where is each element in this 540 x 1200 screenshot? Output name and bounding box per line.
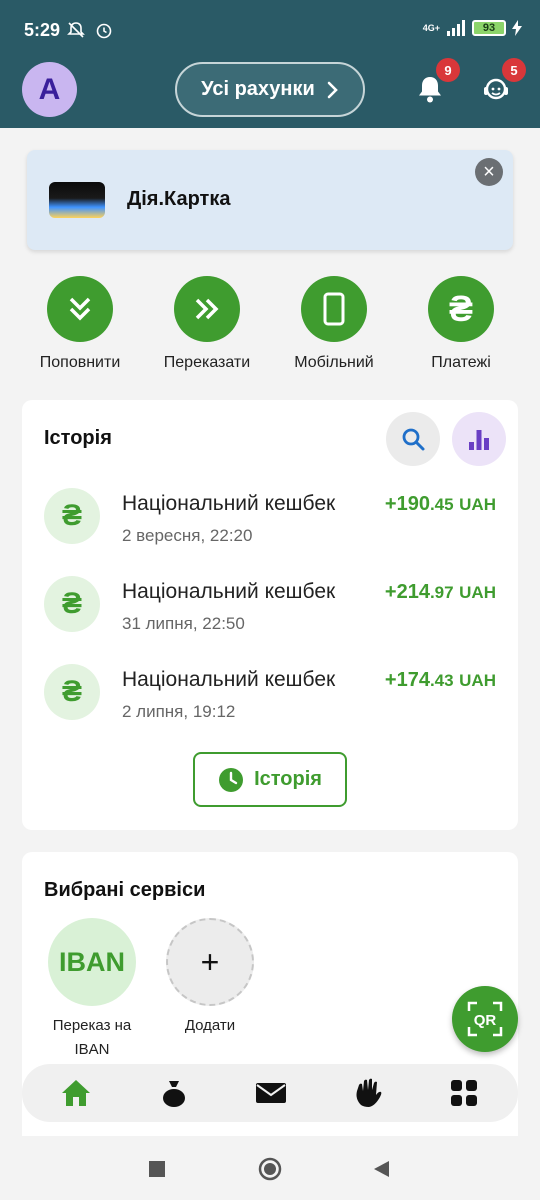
- nav-savings[interactable]: [157, 1076, 191, 1110]
- transaction-row[interactable]: ₴ Національний кешбек 2 липня, 19:12 +17…: [22, 664, 518, 730]
- hand-wave-icon: [356, 1078, 382, 1107]
- battery-indicator: 93: [472, 20, 506, 36]
- recents-button[interactable]: [142, 1154, 172, 1184]
- card-image: [49, 182, 105, 218]
- services-title: Вибрані сервіси: [44, 879, 206, 901]
- top-up-label: Поповнити: [39, 354, 121, 371]
- add-service-button[interactable]: + Додати: [155, 918, 265, 1038]
- avatar[interactable]: A: [22, 62, 77, 117]
- status-bar: 5:29 4G+ 93: [0, 0, 540, 60]
- transaction-row[interactable]: ₴ Національний кешбек 2 вересня, 22:20 +…: [22, 488, 518, 554]
- notifications-badge: 9: [436, 58, 460, 82]
- plus-icon: +: [166, 918, 254, 1006]
- money-bag-icon: [163, 1081, 185, 1107]
- signal-icon: [447, 20, 465, 36]
- transaction-row[interactable]: ₴ Національний кешбек 31 липня, 22:50 +2…: [22, 576, 518, 642]
- hryvnia-icon: ₴: [44, 664, 100, 720]
- grid-icon: [451, 1080, 477, 1106]
- envelope-icon: [256, 1083, 286, 1103]
- payments-label: Платежі: [431, 354, 491, 371]
- payments-action[interactable]: ₴ Платежі: [401, 276, 521, 372]
- support-badge: 5: [502, 58, 526, 82]
- iban-icon: IBAN: [48, 918, 136, 1006]
- back-button[interactable]: [366, 1154, 396, 1184]
- quick-actions: Поповнити Переказати Мобільний ₴ Платежі: [0, 276, 540, 386]
- transaction-date: 2 липня, 19:12: [122, 702, 236, 721]
- hryvnia-icon: ₴: [44, 488, 100, 544]
- transaction-date: 2 вересня, 22:20: [122, 526, 253, 545]
- double-chevron-down-icon: [47, 276, 113, 342]
- home-icon: [62, 1080, 90, 1106]
- service-label: Додати: [184, 1017, 236, 1034]
- mobile-action[interactable]: Мобільний: [274, 276, 394, 372]
- system-navigation-bar: [0, 1136, 540, 1200]
- transaction-date: 31 липня, 22:50: [122, 614, 245, 633]
- bottom-navigation: [22, 1064, 518, 1122]
- hryvnia-icon: ₴: [428, 276, 494, 342]
- transaction-amount: +174.43 UAH: [384, 669, 496, 691]
- analytics-button[interactable]: [452, 412, 506, 466]
- history-card: Історія ₴ Національний кешбек 2 вересня,…: [22, 400, 518, 830]
- qr-icon: QR: [467, 1001, 503, 1037]
- diia-card-promo[interactable]: Дія.Картка ×: [27, 150, 513, 250]
- chevron-right-icon: [327, 81, 338, 98]
- double-chevron-right-icon: [174, 276, 240, 342]
- search-button[interactable]: [386, 412, 440, 466]
- qr-scan-button[interactable]: QR: [452, 986, 518, 1052]
- search-icon: [402, 428, 425, 451]
- network-type: 4G+: [422, 22, 440, 33]
- all-accounts-button[interactable]: Усі рахунки: [175, 62, 365, 117]
- transaction-name: Національний кешбек: [122, 668, 336, 691]
- charging-icon: [512, 20, 522, 36]
- status-time: 5:29: [24, 20, 61, 40]
- iban-transfer-service[interactable]: IBAN Переказ на IBAN: [37, 918, 147, 1062]
- history-title: Історія: [44, 427, 112, 449]
- smartphone-icon: [301, 276, 367, 342]
- transaction-name: Національний кешбек: [122, 580, 336, 603]
- transfer-action[interactable]: Переказати: [147, 276, 267, 372]
- top-up-action[interactable]: Поповнити: [20, 276, 140, 372]
- promo-title: Дія.Картка: [127, 188, 231, 210]
- all-accounts-label: Усі рахунки: [201, 78, 315, 100]
- square-icon: [149, 1161, 165, 1177]
- history-button-label: Історія: [254, 768, 322, 790]
- nav-hand[interactable]: [351, 1076, 385, 1110]
- history-button[interactable]: Історія: [193, 752, 347, 807]
- circle-icon: [258, 1157, 282, 1181]
- home-system-button[interactable]: [255, 1154, 285, 1184]
- service-label: Переказ на IBAN: [52, 1017, 132, 1058]
- triangle-back-icon: [374, 1161, 389, 1177]
- bell-off-icon: [67, 22, 85, 38]
- clock-icon: [219, 767, 244, 792]
- svg-text:QR: QR: [474, 1012, 497, 1029]
- close-icon[interactable]: ×: [475, 158, 503, 186]
- transaction-name: Національний кешбек: [122, 492, 336, 515]
- nav-home[interactable]: [59, 1076, 93, 1110]
- mobile-label: Мобільний: [294, 354, 374, 371]
- transaction-amount: +214.97 UAH: [384, 581, 496, 603]
- alarm-icon: [96, 23, 112, 39]
- nav-more[interactable]: [447, 1076, 481, 1110]
- transaction-amount: +190.45 UAH: [384, 493, 496, 515]
- bar-chart-icon: [469, 430, 489, 450]
- nav-messages[interactable]: [254, 1076, 288, 1110]
- transfer-label: Переказати: [163, 354, 251, 371]
- hryvnia-icon: ₴: [44, 576, 100, 632]
